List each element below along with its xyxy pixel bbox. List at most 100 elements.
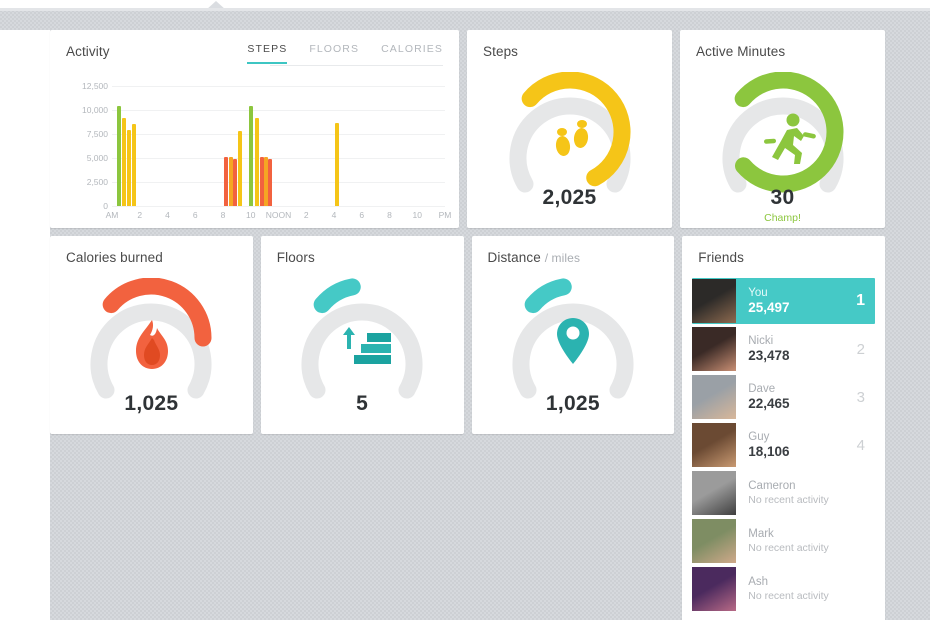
footsteps-icon	[555, 120, 588, 156]
chart-x-tick-label: 10	[246, 210, 256, 220]
friend-rank: 2	[856, 340, 865, 358]
chart-x-tick-label: 8	[387, 210, 392, 220]
avatar-you	[692, 279, 737, 323]
left-gutter	[0, 30, 50, 620]
calories-burned-gauge	[50, 278, 253, 408]
friend-info: Nicki 23,478	[736, 334, 856, 364]
map-pin-icon	[556, 318, 589, 364]
avatar-mark	[692, 519, 737, 563]
chart-bar	[132, 124, 137, 206]
chart-gridline	[112, 158, 445, 159]
tab-calories[interactable]: CALORIES	[381, 43, 443, 64]
dashboard-row-2: Calories burned 1,025 Floors 5 Distance …	[50, 236, 885, 620]
friend-info: Mark No recent activity	[736, 527, 865, 555]
chart-gridline	[112, 134, 445, 135]
chart-y-tick-label: 10,000	[82, 105, 108, 115]
floors-card: Floors 5	[260, 236, 464, 434]
stairs-icon	[343, 327, 392, 364]
friend-rank: 3	[856, 388, 865, 406]
steps-title: Steps	[483, 44, 519, 59]
friend-steps: 25,497	[748, 300, 790, 315]
friends-card: Friends You 25,497 1 Nicki 23,478 2 Dave 22,465…	[682, 236, 885, 620]
chart-x-tick-label: NOON	[265, 210, 292, 220]
active-minutes-title: Active Minutes	[696, 44, 786, 59]
friend-name: Nicki	[748, 335, 774, 347]
chart-gridline	[112, 86, 445, 87]
friend-info: Dave 22,465	[736, 382, 856, 412]
chart-x-tick-label: 2	[137, 210, 143, 220]
calories-burned-card: Calories burned 1,025	[50, 236, 253, 434]
chart-x-tick-label: 8	[220, 210, 226, 220]
friend-info: Guy 18,106	[736, 430, 856, 460]
window-top-strip	[0, 0, 930, 8]
active-minutes-value: 30	[770, 186, 795, 209]
friend-name: Dave	[748, 383, 776, 395]
chart-bar	[249, 106, 254, 206]
chart-x-tick-label: 10	[412, 210, 422, 220]
steps-value: 2,025	[542, 186, 597, 209]
chart-bar	[127, 130, 132, 206]
chart-gridline	[112, 182, 445, 183]
activity-tabs: STEPS FLOORS CALORIES	[247, 43, 443, 64]
chart-gridline	[112, 110, 445, 111]
distance-unit: / miles	[544, 251, 581, 265]
friend-info: You 25,497	[736, 286, 856, 316]
chart-bar	[224, 156, 229, 206]
steps-card: Steps 2,025	[467, 30, 672, 228]
friend-row[interactable]: Guy 18,106 4	[692, 422, 875, 468]
avatar-guy	[692, 423, 737, 467]
avatar-cameron	[692, 471, 737, 515]
friend-row[interactable]: Nicki 23,478 2	[692, 326, 875, 372]
friend-row[interactable]: Dave 22,465 3	[692, 374, 875, 420]
friend-name: You	[748, 287, 768, 299]
chart-x-tick-label: 6	[359, 210, 365, 220]
chart-x-tick-label: 4	[165, 210, 170, 220]
floors-title: Floors	[276, 250, 315, 265]
friend-row[interactable]: Cameron No recent activity	[692, 470, 875, 516]
friends-list: You 25,497 1 Nicki 23,478 2 Dave 22,465 3 Guy 18,1…	[692, 278, 875, 614]
chart-x-tick-label: 2	[303, 210, 309, 220]
tab-floors[interactable]: FLOORS	[309, 43, 359, 64]
friend-name: Ash	[748, 576, 769, 588]
chart-x-tick-label: PM	[438, 210, 452, 220]
chart-bar	[233, 159, 238, 206]
avatar-dave	[692, 375, 737, 419]
distance-gauge	[472, 278, 675, 408]
chart-bar	[116, 106, 121, 206]
chart-y-tick-label: 2,500	[86, 177, 108, 187]
tab-steps[interactable]: STEPS	[247, 43, 288, 64]
activity-bar-chart: 12,500 10,000 7,500 5,000 2,500 0	[82, 81, 445, 211]
distance-title-text: Distance	[487, 250, 541, 265]
chart-y-tick-label: 7,500	[86, 129, 108, 139]
friend-info: Ash No recent activity	[736, 575, 865, 603]
distance-card: Distance / miles 1,025	[471, 236, 675, 434]
friends-title: Friends	[698, 250, 744, 265]
flame-icon	[136, 320, 169, 369]
activity-x-axis: AM 2 4 6 8 10 NOON 2 4 6 8 10 PM	[106, 210, 452, 222]
chart-bar	[268, 158, 273, 206]
friend-row[interactable]: You 25,497 1	[692, 278, 875, 324]
floors-value: 5	[356, 392, 369, 415]
chart-x-tick-label: 4	[331, 210, 337, 220]
floors-gauge	[261, 278, 464, 408]
chart-y-tick-label: 12,500	[82, 81, 108, 91]
chart-bar	[335, 122, 340, 206]
friend-row[interactable]: Mark No recent activity	[692, 518, 875, 564]
friend-steps: 22,465	[748, 396, 790, 411]
friend-steps: No recent activity	[748, 590, 829, 602]
chart-bar	[254, 117, 259, 206]
active-minutes-card: Active Minutes 30 Champ!	[680, 30, 885, 228]
friend-name: Cameron	[748, 480, 796, 492]
friend-steps: 18,106	[748, 444, 790, 459]
friend-rank: 1	[856, 292, 865, 309]
chart-bar	[122, 117, 127, 206]
friend-rank: 4	[856, 436, 865, 454]
activity-card: Activity STEPS FLOORS CALORIES 12,500 10,…	[50, 30, 459, 228]
chart-y-tick-label: 5,000	[86, 153, 108, 163]
friend-row[interactable]: Ash No recent activity	[692, 566, 875, 612]
avatar-nicki	[692, 327, 737, 371]
chart-bar	[237, 130, 242, 206]
distance-value: 1,025	[545, 392, 600, 415]
dashboard-row-1: Activity STEPS FLOORS CALORIES 12,500 10,…	[50, 30, 885, 228]
distance-title: Distance / miles	[472, 236, 675, 265]
